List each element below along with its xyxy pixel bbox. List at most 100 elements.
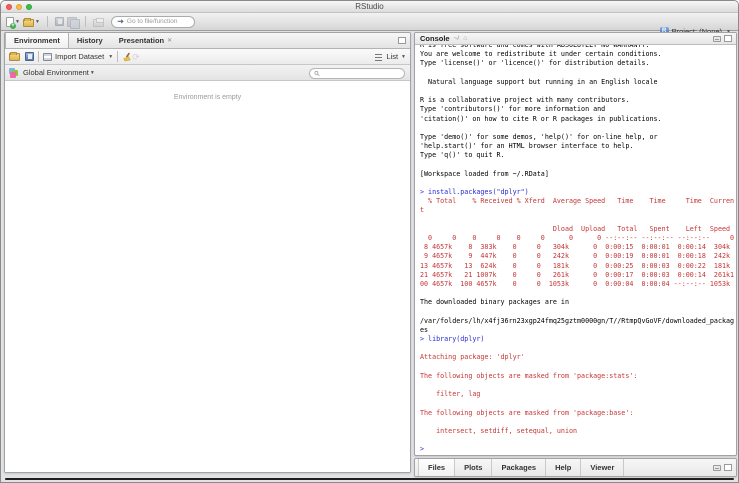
tab-packages[interactable]: Packages [492,459,547,476]
console-line: t [420,206,425,215]
console-line: 'citation()' on how to cite R or R packa… [420,114,662,123]
tab-files[interactable]: Files [418,459,456,476]
main-toolbar: ▼ ▼ R Project: (None) ▼ [1,13,738,36]
refresh-icon[interactable]: ⟳ [132,52,140,62]
files-plots-pane: Files Plots Packages Help Viewer [414,458,737,477]
tab-plots[interactable]: Plots [455,459,493,476]
goto-file-box[interactable] [110,15,195,28]
scope-selector[interactable]: Global Environment [23,68,89,77]
environment-scope-row: Global Environment ▼ [5,65,410,81]
open-file-button[interactable]: ▼ [22,17,40,27]
console-line: intersect, setdiff, setequal, union [420,426,578,435]
window-bottom-edge [5,478,734,480]
r-session-icon: ⌂ [463,35,468,42]
console-pane: Console ~/ ⌂ R is free software and come… [414,32,737,456]
save-button[interactable] [54,17,64,26]
goto-file-input[interactable] [126,18,189,25]
console-output[interactable]: R is free software and comes with ABSOLU… [415,45,736,455]
console-title: Console [420,34,450,43]
toolbar-divider [38,51,39,62]
rstudio-window: RStudio ▼ ▼ R [0,0,739,483]
console-line: 9 4657k 9 447k 0 0 242k 0 0:00:19 0:00:0… [420,252,731,261]
maximize-pane-icon[interactable] [398,37,406,44]
load-workspace-button[interactable] [9,51,20,61]
console-line: 13 4657k 13 624k 0 0 181k 0 0:00:25 0:00… [420,261,731,270]
console-line: 00 4657k 100 4657k 0 0 1053k 0 0:00:04 0… [420,279,731,288]
titlebar: RStudio [1,1,738,13]
console-line: Type 'demo()' for some demos, 'help()' f… [420,132,658,141]
minimize-pane-icon[interactable] [713,35,721,42]
save-all-button[interactable] [66,16,80,29]
chevron-down-icon: ▼ [401,53,406,60]
goto-arrow-icon [117,19,124,24]
toolbar-divider [84,16,86,27]
console-working-dir: ~/ [453,35,460,42]
tab-environment[interactable]: Environment [5,33,69,48]
console-line: > library(dplyr) [420,335,485,343]
console-line: > [420,445,429,454]
environment-tabbar: Environment History Presentation ✕ [5,33,410,49]
import-dataset-button[interactable]: Import Dataset ▼ [43,52,113,61]
window-title: RStudio [355,2,384,11]
console-line: 21 4657k 21 1007k 0 0 261k 0 0:00:17 0:0… [420,270,735,279]
environment-pane: Environment History Presentation ✕ Impor… [4,32,411,473]
environment-search-box[interactable] [309,67,405,79]
environment-empty-text: Environment is empty [173,94,242,101]
import-dataset-icon [43,52,52,61]
tab-presentation[interactable]: Presentation ✕ [111,33,180,48]
console-line: 8 4657k 8 383k 0 0 304k 0 0:00:15 0:00:0… [420,243,731,252]
environment-search-input[interactable] [322,69,400,77]
tab-help[interactable]: Help [546,459,582,476]
close-icon[interactable]: ✕ [167,37,172,44]
console-line: The following objects are masked from 'p… [420,371,638,380]
console-line: [Workspace loaded from ~/.RData] [420,169,549,178]
console-line: You are welcome to redistribute it under… [420,50,662,59]
console-line: The following objects are masked from 'p… [420,408,634,417]
list-view-selector[interactable]: List ▼ [375,52,406,61]
new-file-icon [6,16,16,29]
console-line: Type 'license()' or 'licence()' for dist… [420,59,650,68]
console-line: es [420,325,429,334]
tab-history[interactable]: History [69,33,111,48]
list-icon [375,53,383,61]
maximize-pane-icon[interactable] [724,464,732,471]
console-line: 0 0 0 0 0 0 0 0 --:--:-- --:--:-- --:--:… [420,233,735,242]
chevron-down-icon: ▼ [34,18,40,25]
console-line: Type 'q()' to quit R. [420,151,505,160]
chevron-down-icon: ▼ [108,53,114,60]
toolbar-divider [117,51,119,62]
save-workspace-button[interactable] [25,52,34,61]
console-line: filter, lag [420,390,481,399]
environment-toolbar: Import Dataset ▼ ⟳ List ▼ [5,49,410,65]
minimize-pane-icon[interactable] [713,464,721,471]
console-line: Dload Upload Total Spent Left Speed [420,224,731,233]
search-icon [314,70,320,76]
console-line: The downloaded binary packages are in [420,298,569,307]
console-line: 'help.start()' for an HTML browser inter… [420,142,634,151]
clear-objects-broom-icon[interactable] [122,52,132,62]
chevron-down-icon: ▼ [15,18,20,25]
toolbar-divider [46,16,48,27]
console-line: > install.packages("dplyr") [420,188,529,196]
maximize-pane-icon[interactable] [724,35,732,42]
bottom-tabbar: Files Plots Packages Help Viewer [415,459,736,476]
new-file-button[interactable]: ▼ [6,16,20,29]
print-button[interactable] [92,17,104,27]
tab-viewer[interactable]: Viewer [581,459,625,476]
console-line: % Total % Received % Xferd Average Speed… [420,197,735,206]
console-line: R is a collaborative project with many c… [420,96,630,105]
environment-body: Environment is empty [5,94,410,472]
